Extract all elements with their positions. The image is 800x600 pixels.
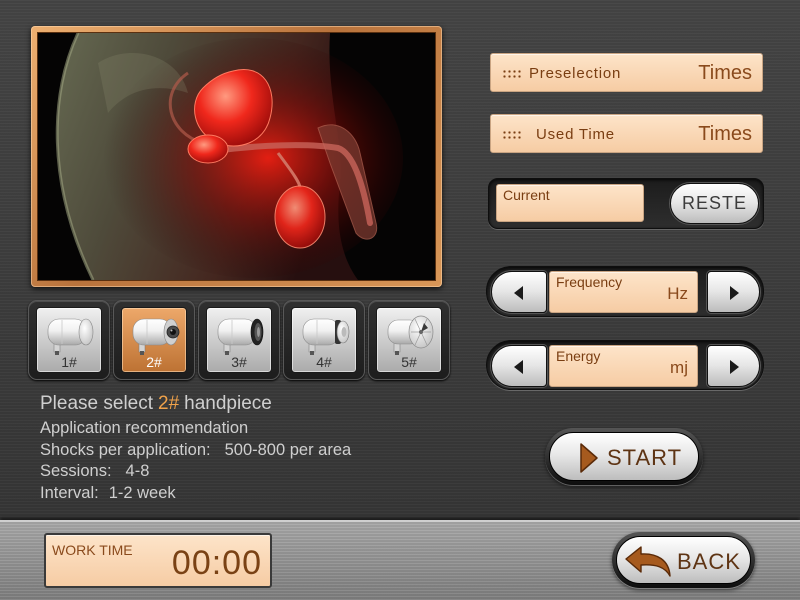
energy-panel: Energy mj	[486, 340, 764, 390]
used-time-unit: Times	[698, 123, 752, 145]
handpiece-label: 1#	[61, 354, 77, 370]
preselection-field[interactable]: Preselection Times	[490, 53, 763, 92]
start-button[interactable]: START	[545, 428, 703, 485]
arrow-right-icon	[730, 286, 739, 300]
start-button-face[interactable]: START	[549, 432, 699, 481]
handpiece-button-3[interactable]: 3#	[198, 300, 280, 380]
handpiece-tile[interactable]: 3#	[206, 307, 272, 373]
handpiece-tile[interactable]: 5#	[376, 307, 442, 373]
energy-unit: mj	[670, 358, 688, 377]
current-label: Current	[503, 187, 550, 203]
select-suffix: handpiece	[184, 393, 272, 414]
back-button[interactable]: BACK	[612, 532, 755, 588]
frequency-increase-button[interactable]	[707, 271, 760, 313]
handpiece-icon	[302, 318, 350, 355]
frequency-decrease-button[interactable]	[491, 271, 547, 313]
shocks-row: Shocks per application: 500-800 per area	[40, 440, 351, 462]
grip-dots-icon	[502, 69, 522, 79]
sessions-label: Sessions:	[40, 462, 112, 480]
handpiece-button-4[interactable]: 4#	[283, 300, 365, 380]
handpiece-icon	[217, 318, 264, 355]
frequency-field: Frequency Hz	[549, 271, 698, 313]
handpiece-icon	[132, 318, 180, 355]
handpiece-tile[interactable]: 4#	[291, 307, 357, 373]
used-time-label: Used Time	[536, 126, 615, 143]
handpiece-label: 4#	[316, 354, 332, 370]
preselection-unit: Times	[698, 62, 752, 84]
shocks-label: Shocks per application:	[40, 440, 211, 459]
work-time-label: WORK TIME	[52, 542, 133, 558]
interval-value: 1-2 week	[108, 483, 176, 502]
interval-label: Interval:	[40, 483, 99, 502]
back-arrow-icon	[625, 546, 671, 577]
start-label: START	[607, 445, 683, 470]
back-label: BACK	[677, 549, 741, 574]
footer-bar: WORK TIME 00:00 BACK	[0, 520, 800, 600]
handpiece-button-2[interactable]: 2#	[113, 300, 195, 380]
sessions-value: 4-8	[125, 462, 150, 480]
energy-increase-button[interactable]	[707, 345, 760, 387]
recommendation-title: Application recommendation	[40, 419, 249, 437]
selected-handpiece: 2#	[158, 393, 180, 414]
select-prefix: Please select	[40, 393, 154, 414]
frequency-label: Frequency	[556, 274, 623, 290]
arrow-right-icon	[730, 360, 739, 374]
handpiece-label: 5#	[401, 354, 417, 370]
select-instruction: Please select 2# handpiece	[40, 393, 351, 418]
anatomy-illustration	[38, 33, 435, 280]
handpiece-icon	[47, 318, 94, 355]
handpiece-info: Please select 2# handpiece Application rec…	[40, 393, 351, 504]
frequency-unit: Hz	[667, 284, 688, 303]
current-panel: Current RESTE	[488, 178, 764, 229]
handpiece-label: 2#	[146, 354, 162, 370]
energy-decrease-button[interactable]	[491, 345, 547, 387]
preselection-label: Preselection	[529, 65, 622, 82]
handpiece-button-5[interactable]: 5#	[368, 300, 450, 380]
used-time-field: Used Time Times	[490, 114, 763, 153]
current-field: Current	[496, 184, 644, 222]
main-panel: 1# 2# 3# 4# 5# Please select 2# handpiec…	[0, 0, 800, 520]
work-time-display: WORK TIME 00:00	[44, 533, 272, 588]
reset-button[interactable]: RESTE	[670, 183, 759, 224]
work-time-value: 00:00	[171, 544, 262, 582]
interval-row: Interval: 1-2 week	[40, 483, 351, 505]
handpiece-icon	[387, 315, 434, 355]
handpiece-tile[interactable]: 2#	[121, 307, 187, 373]
handpiece-tile[interactable]: 1#	[36, 307, 102, 373]
play-icon	[580, 443, 598, 473]
handpiece-button-1[interactable]: 1#	[28, 300, 110, 380]
grip-dots-icon	[502, 130, 522, 140]
frequency-panel: Frequency Hz	[486, 266, 764, 317]
energy-field: Energy mj	[549, 345, 698, 387]
back-button-face[interactable]: BACK	[616, 536, 751, 584]
treatment-area-frame	[31, 26, 442, 287]
sessions-row: Sessions: 4-8	[40, 461, 351, 483]
energy-label: Energy	[556, 348, 601, 364]
arrow-left-icon	[514, 360, 523, 374]
shocks-value: 500-800 per area	[224, 440, 352, 459]
handpiece-label: 3#	[231, 354, 247, 370]
arrow-left-icon	[514, 286, 523, 300]
